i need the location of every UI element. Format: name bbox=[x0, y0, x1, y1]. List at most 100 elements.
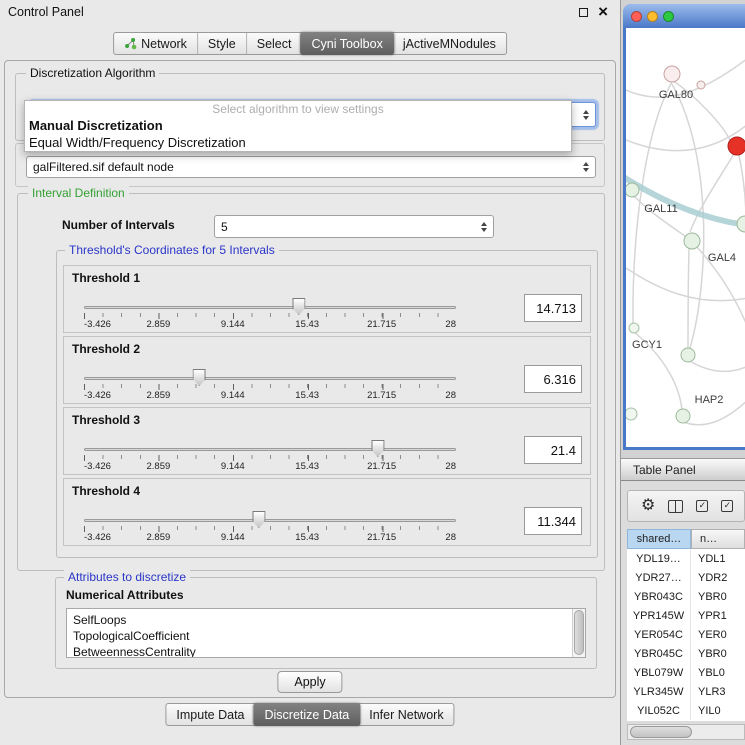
table-row[interactable]: YDR27… YDR2 bbox=[627, 568, 745, 587]
settings-gear-icon[interactable]: ⚙ bbox=[641, 498, 655, 514]
network-node[interactable] bbox=[626, 408, 637, 420]
threshold-4-value[interactable]: 11.344 bbox=[524, 507, 582, 535]
threshold-label: Threshold 4 bbox=[72, 484, 140, 498]
group-title: Interval Definition bbox=[28, 186, 129, 200]
node-label: GAL4 bbox=[708, 252, 736, 264]
table-panel-header: Table Panel bbox=[621, 458, 745, 481]
network-node-selected-red[interactable] bbox=[728, 137, 745, 155]
node-label: GAL11 bbox=[644, 203, 677, 215]
threshold-1-slider[interactable]: -3.426 2.859 9.144 15.43 21.715 28 bbox=[84, 296, 456, 332]
tab-network[interactable]: Network bbox=[114, 33, 197, 54]
threshold-label: Threshold 1 bbox=[72, 271, 140, 285]
dropdown-placeholder: Select algorithm to view settings bbox=[25, 101, 571, 117]
combo-arrows-icon bbox=[577, 110, 589, 120]
tab-label: Discretize Data bbox=[265, 708, 350, 722]
tab-cyni-toolbox[interactable]: Cyni Toolbox bbox=[300, 32, 393, 55]
threshold-panel-1: Threshold 1 -3.426 2.859 9.144 15.43 21.… bbox=[63, 265, 591, 333]
algorithm-dropdown-menu: Select algorithm to view settings Manual… bbox=[24, 100, 572, 152]
group-title: Threshold's Coordinates for 5 Intervals bbox=[65, 243, 279, 257]
tab-jactivemnodules[interactable]: jActiveMNodules bbox=[393, 33, 506, 54]
tab-label: jActiveMNodules bbox=[403, 37, 496, 51]
network-icon bbox=[124, 37, 137, 50]
threshold-2-value[interactable]: 6.316 bbox=[524, 365, 582, 393]
interval-definition-group: Interval Definition Number of Intervals … bbox=[17, 193, 605, 571]
column-header-name[interactable]: n… bbox=[691, 529, 745, 549]
network-node[interactable] bbox=[681, 348, 695, 362]
slider-track bbox=[84, 519, 456, 522]
network-window-titlebar[interactable] bbox=[623, 4, 745, 28]
table-row[interactable]: YIL052C YIL0 bbox=[627, 701, 745, 720]
tab-discretize-data[interactable]: Discretize Data bbox=[254, 703, 361, 726]
table-horizontal-scrollbar[interactable] bbox=[627, 724, 745, 740]
numerical-attributes-list: SelfLoops TopologicalCoefficient Between… bbox=[66, 608, 586, 658]
list-item[interactable]: SelfLoops bbox=[67, 612, 585, 628]
column-header-shared-name[interactable]: shared… bbox=[627, 529, 691, 549]
list-scrollbar[interactable] bbox=[572, 609, 585, 657]
table-row[interactable]: YBL079W YBL0 bbox=[627, 663, 745, 682]
numerical-attributes-label: Numerical Attributes bbox=[66, 588, 184, 602]
table-row[interactable]: YER054C YER0 bbox=[627, 625, 745, 644]
minimize-traffic-light-icon[interactable] bbox=[647, 11, 658, 22]
tab-infer-network[interactable]: Infer Network bbox=[359, 704, 453, 725]
network-node[interactable] bbox=[684, 233, 700, 249]
table-row[interactable]: YPR145W YPR1 bbox=[627, 606, 745, 625]
screen: Control Panel × Network Style Select Cyn… bbox=[0, 0, 745, 745]
table-row[interactable]: YLR345W YLR3 bbox=[627, 682, 745, 701]
highlighted-edge[interactable] bbox=[626, 176, 745, 226]
network-window: GAL80 GAL11 GAL4 GCY1 HAP2 bbox=[623, 4, 745, 450]
network-node[interactable] bbox=[629, 323, 639, 333]
checkbox-icon[interactable]: ✓ bbox=[696, 500, 708, 512]
close-traffic-light-icon[interactable] bbox=[631, 11, 642, 22]
slider-ticks bbox=[84, 455, 456, 461]
threshold-panel-4: Threshold 4 -3.426 2.859 9.144 15.43 21.… bbox=[63, 478, 591, 546]
apply-button[interactable]: Apply bbox=[277, 671, 342, 693]
slider-ticks bbox=[84, 384, 456, 390]
list-item[interactable]: BetweennessCentrality bbox=[67, 644, 585, 658]
list-item[interactable]: TopologicalCoefficient bbox=[67, 628, 585, 644]
float-window-icon[interactable] bbox=[579, 8, 588, 17]
zoom-traffic-light-icon[interactable] bbox=[663, 11, 674, 22]
network-canvas[interactable]: GAL80 GAL11 GAL4 GCY1 HAP2 bbox=[626, 28, 745, 447]
discretization-algorithm-group: Discretization Algorithm Select algorith… bbox=[15, 73, 605, 141]
columns-icon[interactable] bbox=[668, 500, 683, 513]
table-row[interactable]: YBR043C YBR0 bbox=[627, 587, 745, 606]
threshold-3-slider[interactable]: -3.426 2.859 9.144 15.43 21.715 28 bbox=[84, 438, 456, 474]
table-panel-title: Table Panel bbox=[633, 463, 696, 477]
network-node[interactable] bbox=[626, 183, 639, 197]
table-data-select[interactable]: galFiltered.sif default node bbox=[26, 156, 596, 178]
group-title: Discretization Algorithm bbox=[26, 66, 159, 80]
checkbox-icon[interactable]: ✓ bbox=[721, 500, 733, 512]
threshold-4-slider[interactable]: -3.426 2.859 9.144 15.43 21.715 28 bbox=[84, 509, 456, 545]
threshold-panel-3: Threshold 3 -3.426 2.859 9.144 15.43 21.… bbox=[63, 407, 591, 475]
tab-label: Impute Data bbox=[176, 708, 244, 722]
node-table: shared… n… YDL19… YDL1 YDR27… YDR2 YBR04… bbox=[627, 529, 745, 721]
network-node[interactable] bbox=[664, 66, 680, 82]
control-panel-tabs: Network Style Select Cyni Toolbox jActiv… bbox=[113, 32, 507, 55]
number-of-intervals-select[interactable]: 5 bbox=[214, 215, 494, 238]
tab-impute-data[interactable]: Impute Data bbox=[166, 704, 254, 725]
network-node[interactable] bbox=[676, 409, 690, 423]
dropdown-option-manual-discretization[interactable]: Manual Discretization bbox=[25, 117, 571, 134]
threshold-3-value[interactable]: 21.4 bbox=[524, 436, 582, 464]
threshold-2-slider[interactable]: -3.426 2.859 9.144 15.43 21.715 28 bbox=[84, 367, 456, 403]
tab-label: Select bbox=[257, 37, 292, 51]
node-label: HAP2 bbox=[695, 394, 724, 406]
threshold-panel-2: Threshold 2 -3.426 2.859 9.144 15.43 21.… bbox=[63, 336, 591, 404]
scrollbar-thumb[interactable] bbox=[574, 610, 584, 655]
dropdown-option-equal-width-frequency[interactable]: Equal Width/Frequency Discretization bbox=[25, 134, 571, 151]
tab-style[interactable]: Style bbox=[197, 33, 246, 54]
close-window-icon[interactable]: × bbox=[598, 7, 608, 17]
scrollbar-thumb[interactable] bbox=[630, 726, 692, 738]
table-row[interactable]: YDL19… YDL1 bbox=[627, 549, 745, 568]
group-title: Attributes to discretize bbox=[64, 570, 190, 584]
node-label: GCY1 bbox=[632, 339, 662, 351]
network-node[interactable] bbox=[697, 81, 705, 89]
table-row[interactable]: YBR045C YBR0 bbox=[627, 644, 745, 663]
network-node[interactable] bbox=[737, 216, 745, 232]
control-panel-window: Control Panel × Network Style Select Cyn… bbox=[0, 0, 620, 745]
threshold-1-value[interactable]: 14.713 bbox=[524, 294, 582, 322]
tab-label: Style bbox=[208, 37, 236, 51]
combo-arrows-icon bbox=[577, 162, 589, 172]
tab-select[interactable]: Select bbox=[246, 33, 302, 54]
slider-track bbox=[84, 306, 456, 309]
